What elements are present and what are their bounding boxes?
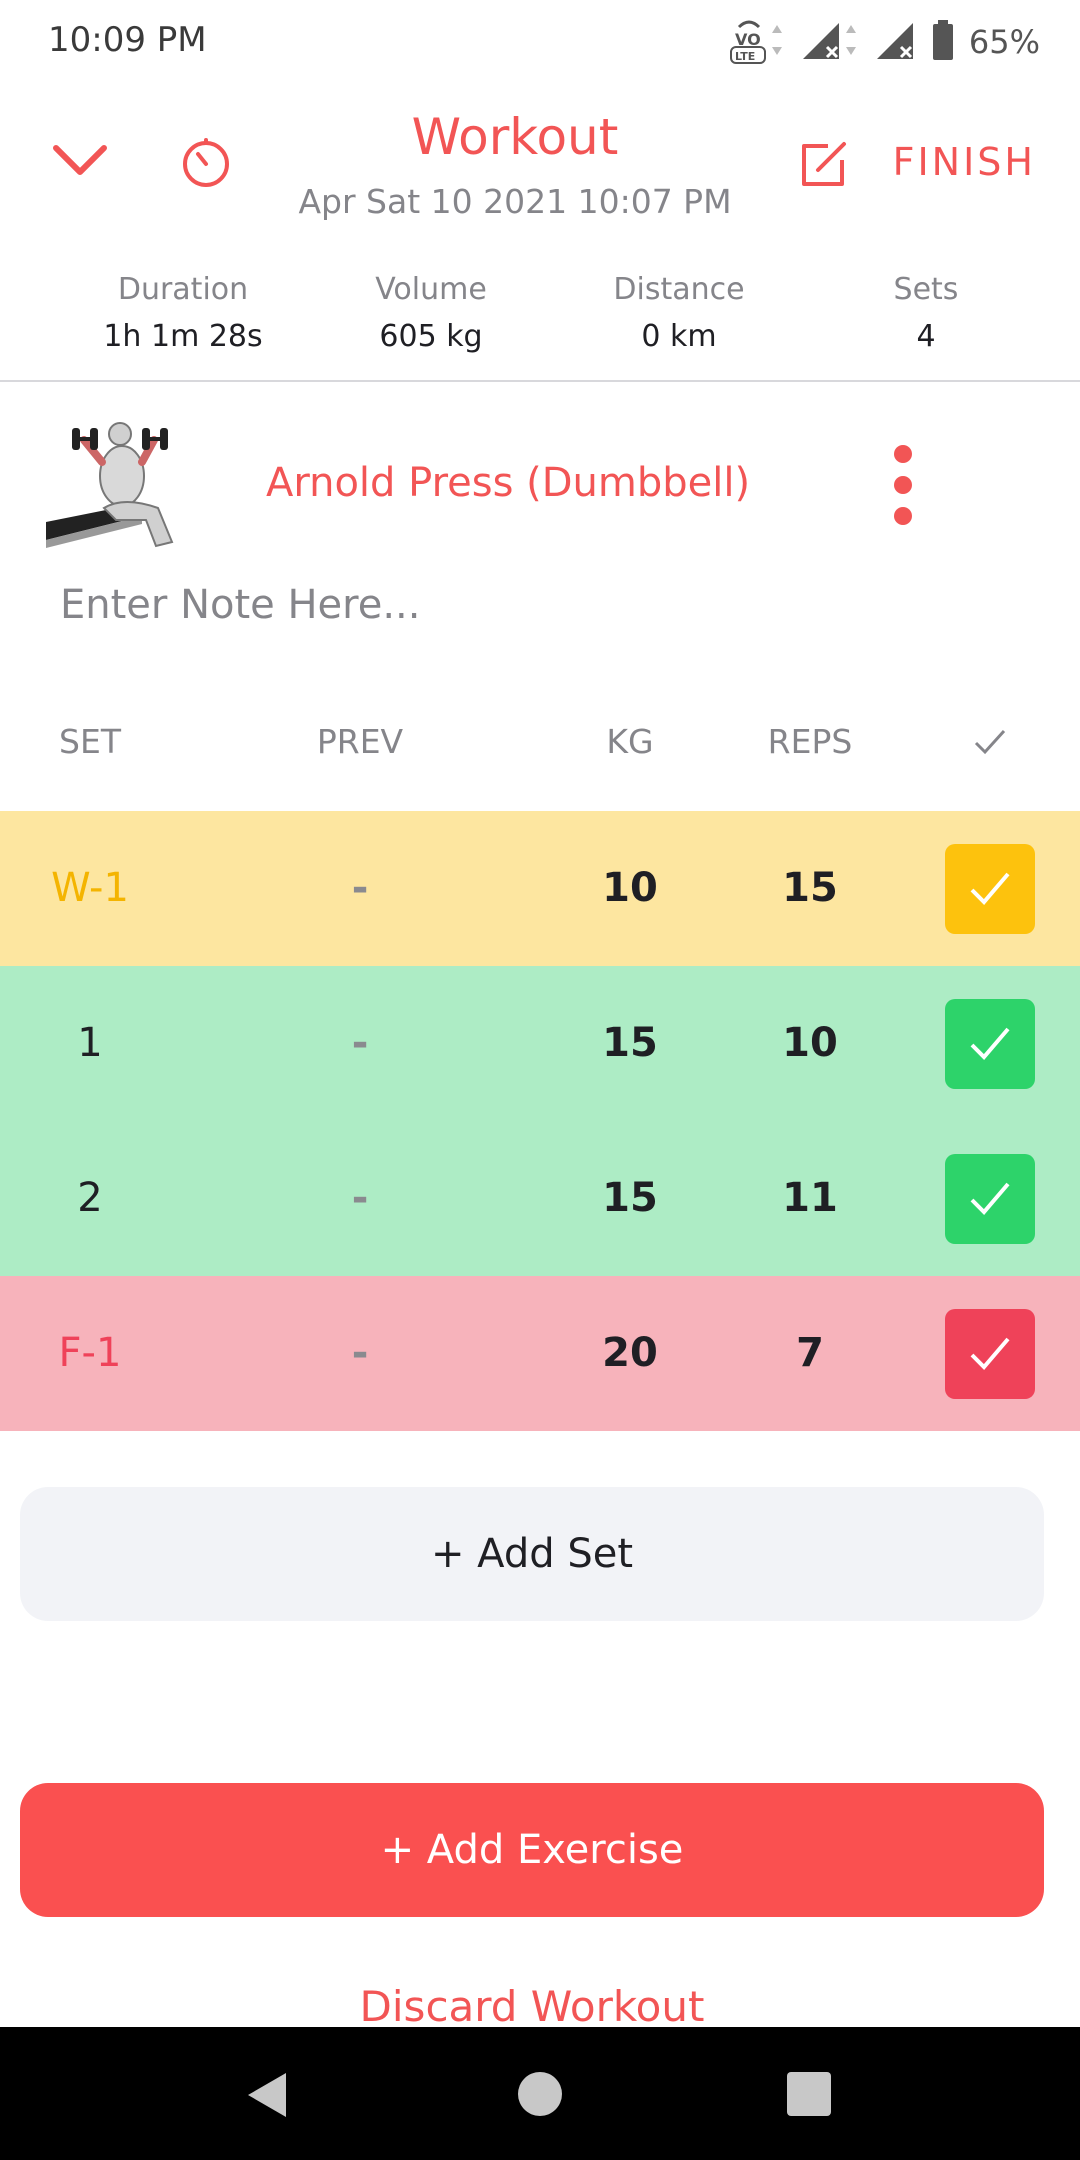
status-bar: 10:09 PM VO LTE 65% bbox=[0, 0, 1080, 84]
set-row-failure: F-1 - 20 7 bbox=[0, 1276, 1080, 1431]
stat-value: 1h 1m 28s bbox=[103, 319, 263, 354]
set-label[interactable]: 1 bbox=[10, 966, 170, 1121]
kg-input[interactable]: 15 bbox=[550, 966, 710, 1121]
set-complete-checkbox[interactable] bbox=[945, 1309, 1035, 1399]
battery-percent: 65% bbox=[968, 23, 1040, 61]
stat-label: Volume bbox=[375, 272, 487, 307]
status-icons: VO LTE 65% bbox=[725, 14, 1040, 70]
more-options-icon[interactable] bbox=[880, 440, 928, 530]
workout-stats: Duration 1h 1m 28s Volume 605 kg Distanc… bbox=[0, 268, 1080, 382]
check-icon bbox=[970, 872, 1010, 905]
edit-icon[interactable] bbox=[798, 138, 850, 194]
column-header-kg: KG bbox=[606, 722, 654, 761]
svg-text:LTE: LTE bbox=[735, 50, 755, 63]
set-label[interactable]: 2 bbox=[10, 1121, 170, 1276]
stat-duration: Duration 1h 1m 28s bbox=[59, 272, 307, 354]
battery-icon bbox=[931, 18, 955, 66]
kg-input[interactable]: 20 bbox=[550, 1276, 710, 1431]
system-nav-bar bbox=[0, 2027, 1080, 2160]
stat-value: 0 km bbox=[641, 319, 717, 354]
prev-value: - bbox=[351, 1020, 369, 1066]
status-time: 10:09 PM bbox=[48, 20, 207, 60]
signal-icon bbox=[799, 17, 859, 67]
check-icon bbox=[970, 1027, 1010, 1060]
add-exercise-button[interactable]: + Add Exercise bbox=[20, 1783, 1044, 1917]
column-header-check-icon bbox=[972, 726, 1008, 765]
stat-value: 4 bbox=[916, 319, 936, 354]
stat-label: Sets bbox=[893, 272, 959, 307]
prev-value: - bbox=[351, 1175, 369, 1221]
stat-label: Distance bbox=[613, 272, 745, 307]
reps-input[interactable]: 15 bbox=[730, 811, 890, 966]
set-complete-checkbox[interactable] bbox=[945, 1154, 1035, 1244]
workout-header: Workout Apr Sat 10 2021 10:07 PM FINISH bbox=[0, 100, 1080, 240]
back-icon[interactable] bbox=[244, 2069, 290, 2125]
sets-table-header: SET PREV KG REPS bbox=[0, 718, 1080, 768]
recents-icon[interactable] bbox=[786, 2071, 832, 2121]
reps-input[interactable]: 10 bbox=[730, 966, 890, 1121]
set-label[interactable]: W-1 bbox=[10, 811, 170, 966]
exercise-name[interactable]: Arnold Press (Dumbbell) bbox=[266, 460, 750, 506]
page-title: Workout bbox=[411, 108, 619, 166]
reps-input[interactable]: 7 bbox=[730, 1276, 890, 1431]
column-header-set: SET bbox=[59, 722, 121, 761]
stat-sets: Sets 4 bbox=[802, 272, 1050, 354]
set-row: 1 - 15 10 bbox=[0, 966, 1080, 1121]
home-icon[interactable] bbox=[517, 2071, 563, 2121]
set-complete-checkbox[interactable] bbox=[945, 844, 1035, 934]
set-row: 2 - 15 11 bbox=[0, 1121, 1080, 1276]
kg-input[interactable]: 10 bbox=[550, 811, 710, 966]
add-set-button[interactable]: + Add Set bbox=[20, 1487, 1044, 1621]
finish-button[interactable]: FINISH bbox=[893, 140, 1036, 184]
discard-workout-button[interactable]: Discard Workout bbox=[0, 1982, 1064, 2031]
signal-icon bbox=[873, 17, 917, 67]
reps-input[interactable]: 11 bbox=[730, 1121, 890, 1276]
check-icon bbox=[970, 1182, 1010, 1215]
prev-value: - bbox=[351, 1330, 369, 1376]
stat-value: 605 kg bbox=[379, 319, 483, 354]
set-label[interactable]: F-1 bbox=[10, 1276, 170, 1431]
exercise-thumbnail[interactable] bbox=[46, 412, 184, 554]
note-input[interactable]: Enter Note Here... bbox=[60, 582, 421, 628]
workout-datetime: Apr Sat 10 2021 10:07 PM bbox=[298, 182, 732, 221]
set-row-warmup: W-1 - 10 15 bbox=[0, 811, 1080, 966]
kg-input[interactable]: 15 bbox=[550, 1121, 710, 1276]
stat-distance: Distance 0 km bbox=[555, 272, 803, 354]
prev-value: - bbox=[351, 865, 369, 911]
column-header-reps: REPS bbox=[767, 722, 853, 761]
check-icon bbox=[970, 1337, 1010, 1370]
stat-label: Duration bbox=[117, 272, 249, 307]
set-complete-checkbox[interactable] bbox=[945, 999, 1035, 1089]
column-header-prev: PREV bbox=[316, 722, 404, 761]
stat-volume: Volume 605 kg bbox=[307, 272, 555, 354]
volte-icon: VO LTE bbox=[725, 15, 785, 69]
